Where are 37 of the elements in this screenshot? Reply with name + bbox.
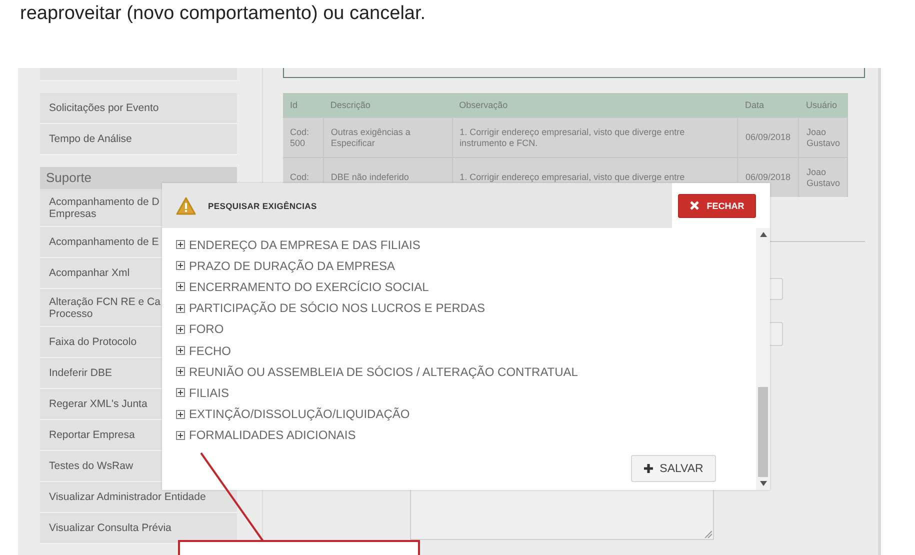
column-header: Descrição: [323, 93, 452, 118]
column-header: Id: [283, 93, 324, 118]
sidebar-item[interactable]: Tempo de Análise: [40, 124, 237, 155]
table-cell: Joao Gustavo: [798, 118, 848, 158]
tree-item[interactable]: FECHO: [189, 344, 231, 358]
expand-icon[interactable]: [176, 367, 185, 376]
close-icon: [690, 201, 699, 210]
resize-handle-icon[interactable]: [704, 530, 712, 538]
sidebar-item[interactable]: Solicitações por Evento: [40, 93, 237, 124]
expand-icon[interactable]: [176, 410, 185, 419]
column-header: Observação: [452, 93, 738, 118]
expand-icon[interactable]: [176, 324, 185, 334]
expand-icon[interactable]: [176, 346, 185, 356]
scroll-down-icon[interactable]: [760, 481, 766, 486]
scroll-up-icon[interactable]: [760, 232, 766, 237]
save-button[interactable]: SALVAR: [631, 455, 716, 482]
expand-icon[interactable]: [176, 304, 185, 313]
expand-icon[interactable]: [176, 388, 185, 398]
sidebar-item[interactable]: Visualizar Administrador Entidade: [40, 482, 237, 513]
expand-icon[interactable]: [176, 282, 185, 292]
sidebar-item[interactable]: Visualizar Consulta Prévia: [40, 513, 237, 544]
table-cell: Joao Gustavo: [798, 158, 848, 197]
warning-icon: [176, 196, 196, 214]
scroll-thumb[interactable]: [758, 387, 768, 477]
column-header: Usuário: [798, 93, 848, 118]
expand-icon[interactable]: [176, 430, 185, 440]
close-button[interactable]: FECHAR: [678, 194, 756, 218]
expand-icon[interactable]: [176, 240, 185, 250]
table-cell: 06/09/2018: [738, 118, 799, 158]
table-cell: Cod: 500: [283, 118, 324, 158]
document-text: reaproveitar (novo comportamento) ou cancelar.: [19, 2, 427, 26]
plus-icon: [644, 464, 653, 473]
scrollbar[interactable]: [756, 228, 770, 490]
table-cell: Outras exigências a Especificar: [323, 118, 452, 158]
expand-icon[interactable]: [176, 261, 185, 270]
column-header: Data: [738, 93, 799, 118]
table-cell: 1. Corrigir endereço empresarial, visto que diverge entre instrumento e FCN.: [452, 118, 738, 158]
